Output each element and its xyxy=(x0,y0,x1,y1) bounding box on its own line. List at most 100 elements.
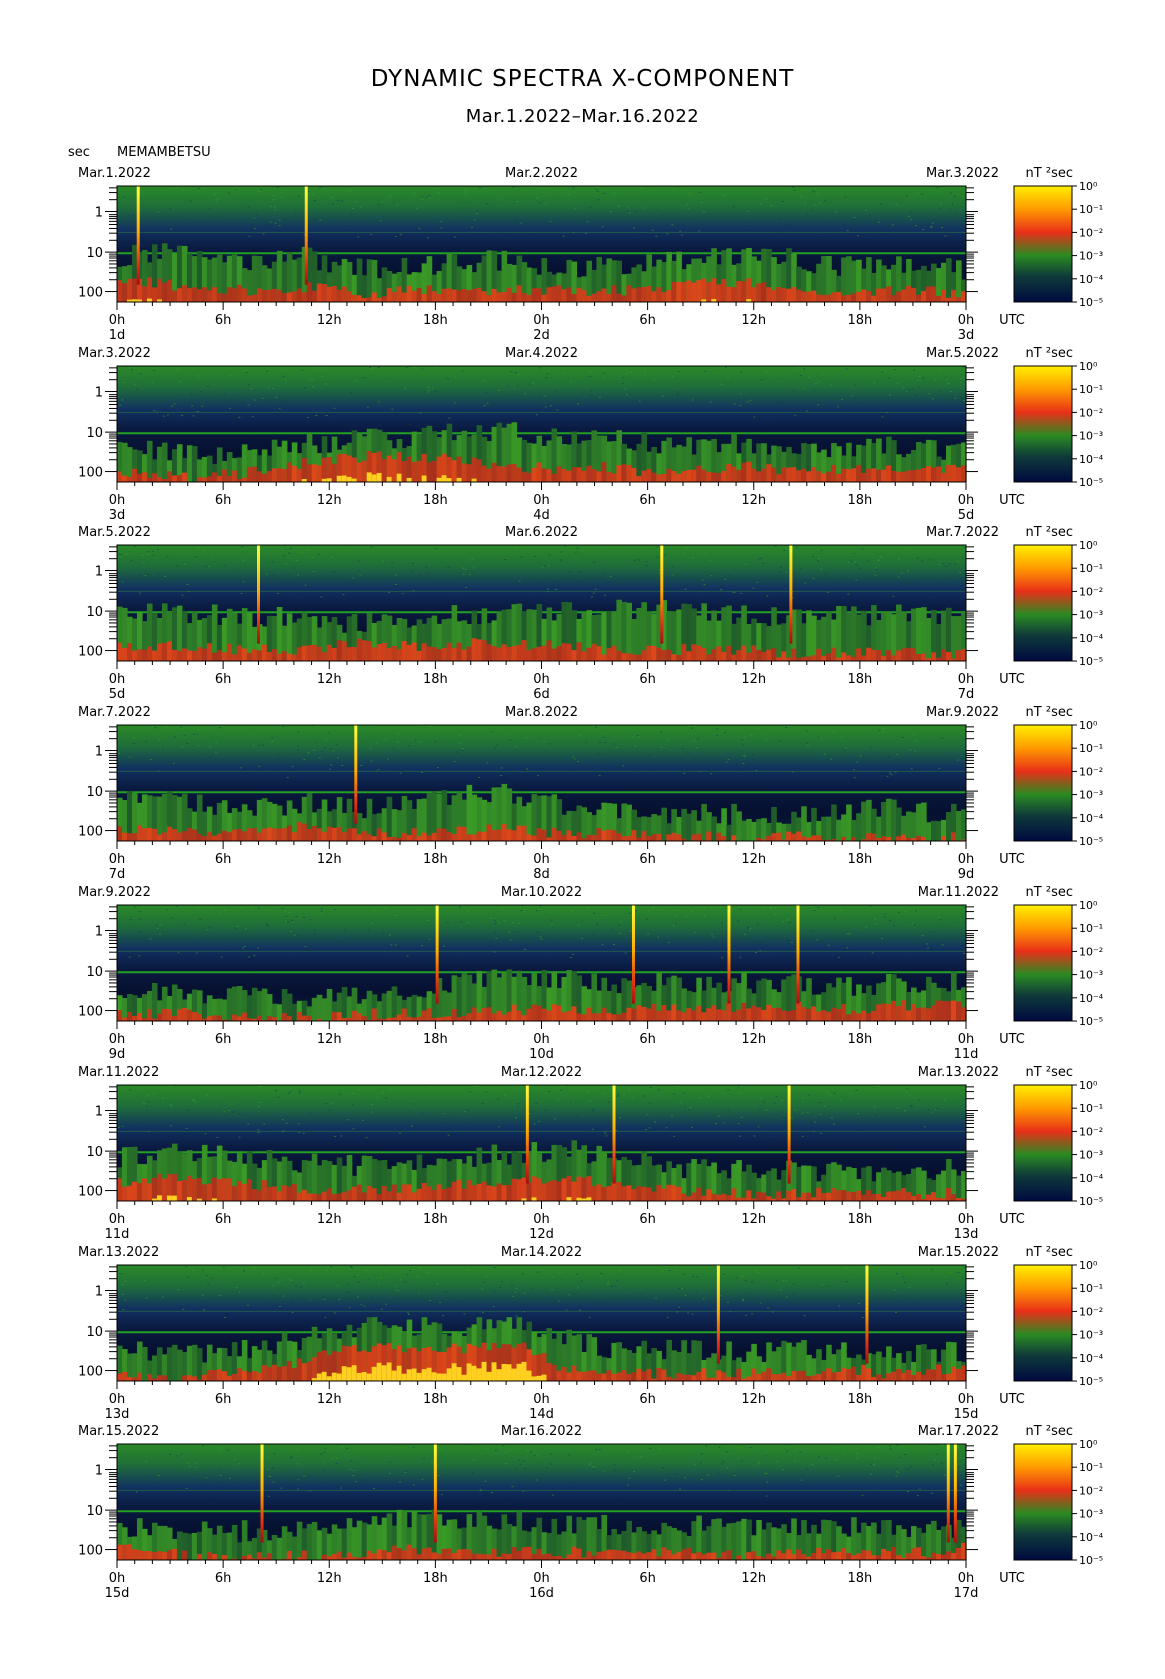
activity-hot xyxy=(606,1369,613,1381)
activity-hot xyxy=(571,1365,578,1381)
panel-date-right: Mar.3.2022 xyxy=(926,166,999,181)
activity-hot xyxy=(411,828,418,841)
activity-hot xyxy=(931,1192,937,1201)
activity-hot xyxy=(336,827,343,841)
activity-column xyxy=(751,1172,757,1201)
activity-column xyxy=(171,1344,178,1381)
activity-hot xyxy=(366,834,373,841)
activity-hot xyxy=(446,832,453,841)
activity-hot xyxy=(271,1364,278,1381)
activity-hot xyxy=(661,1547,667,1560)
activity-hot xyxy=(201,1374,208,1381)
activity-column xyxy=(546,796,553,841)
activity-hot xyxy=(126,279,133,302)
activity-column xyxy=(836,819,842,841)
activity-hot xyxy=(571,1546,578,1560)
activity-hot xyxy=(896,650,902,661)
activity-hot xyxy=(276,289,283,302)
activity-hot xyxy=(361,831,368,841)
activity-column xyxy=(911,812,917,841)
activity-hot xyxy=(941,649,947,661)
activity-hot xyxy=(441,648,448,661)
colorbar-unit: nT ²sec xyxy=(1026,166,1073,181)
activity-hot xyxy=(446,1187,453,1201)
activity-hot xyxy=(601,1373,608,1381)
activity-hot xyxy=(681,1374,687,1381)
activity-peak xyxy=(471,1365,478,1381)
activity-hot xyxy=(771,467,777,482)
colorbar xyxy=(1013,365,1073,483)
day-label: 13d xyxy=(105,1407,130,1422)
activity-hot xyxy=(646,1187,652,1201)
activity-hot xyxy=(841,1367,847,1381)
activity-hot xyxy=(541,294,548,302)
activity-hot xyxy=(576,467,583,482)
activity-column xyxy=(486,250,493,302)
activity-hot xyxy=(576,1371,583,1381)
activity-column xyxy=(896,1525,902,1560)
activity-hot xyxy=(691,1553,697,1560)
spectra-panel-3: Mar.5.2022 Mar.6.2022 Mar.7.20221101000h 6h… xyxy=(78,525,1104,702)
activity-hot xyxy=(271,828,278,841)
activity-hot xyxy=(896,1006,902,1021)
activity-hot xyxy=(421,1010,428,1021)
colorbar xyxy=(1013,724,1073,842)
activity-hot xyxy=(566,1554,573,1560)
activity-hot xyxy=(591,835,598,841)
activity-hot xyxy=(771,648,777,661)
activity-column xyxy=(901,1529,907,1560)
x-tick-label: 12h xyxy=(317,852,342,867)
activity-hot xyxy=(846,469,852,482)
x-tick-label: 18h xyxy=(423,1032,448,1047)
activity-hot xyxy=(586,834,593,841)
colorbar-tick-label: 10⁻¹ xyxy=(1079,1102,1103,1115)
activity-hot xyxy=(466,646,473,661)
activity-hot xyxy=(766,1553,772,1560)
activity-hot xyxy=(706,282,712,302)
activity-hot xyxy=(921,291,927,302)
activity-column xyxy=(201,1003,208,1021)
activity-hot xyxy=(666,468,672,482)
activity-hot xyxy=(941,1000,947,1021)
activity-column xyxy=(386,796,393,841)
day-label: 1d xyxy=(109,328,126,343)
activity-hot xyxy=(951,1000,957,1021)
colorbar-tick-label: 10⁻¹ xyxy=(1079,562,1103,575)
activity-hot xyxy=(876,1555,882,1560)
activity-hot xyxy=(836,1551,842,1560)
activity-peak xyxy=(366,1373,373,1381)
activity-hot xyxy=(661,649,667,661)
spectra-canvas: Mar.1.2022 Mar.2.2022 Mar.3.20221101000h 6h… xyxy=(78,166,1104,1601)
activity-hot xyxy=(321,457,328,482)
activity-hot xyxy=(301,1015,308,1021)
activity-hot xyxy=(611,473,618,482)
activity-hot xyxy=(336,1551,343,1560)
activity-hot xyxy=(451,1008,458,1021)
activity-column xyxy=(366,259,373,302)
activity-hot xyxy=(546,469,553,482)
activity-peak xyxy=(411,1368,418,1381)
activity-hot xyxy=(891,1000,897,1021)
activity-column xyxy=(236,457,243,482)
activity-hot xyxy=(261,473,268,482)
activity-hot xyxy=(721,652,727,661)
activity-hot xyxy=(186,288,193,302)
activity-hot xyxy=(136,825,143,841)
activity-hot xyxy=(886,1373,892,1381)
activity-peak xyxy=(441,475,448,482)
activity-column xyxy=(226,988,233,1021)
activity-column xyxy=(376,1001,383,1021)
activity-hot xyxy=(396,649,403,661)
activity-hot xyxy=(711,649,717,661)
activity-hot xyxy=(511,1178,518,1201)
activity-hot xyxy=(416,836,423,841)
activity-hot xyxy=(231,654,238,661)
activity-hot xyxy=(426,1547,433,1560)
activity-hot xyxy=(641,1553,647,1560)
activity-column xyxy=(701,803,707,841)
activity-hot xyxy=(796,1371,802,1381)
activity-hot xyxy=(121,1017,128,1021)
activity-column xyxy=(741,820,747,841)
activity-column xyxy=(341,987,348,1021)
activity-hot xyxy=(691,282,697,302)
